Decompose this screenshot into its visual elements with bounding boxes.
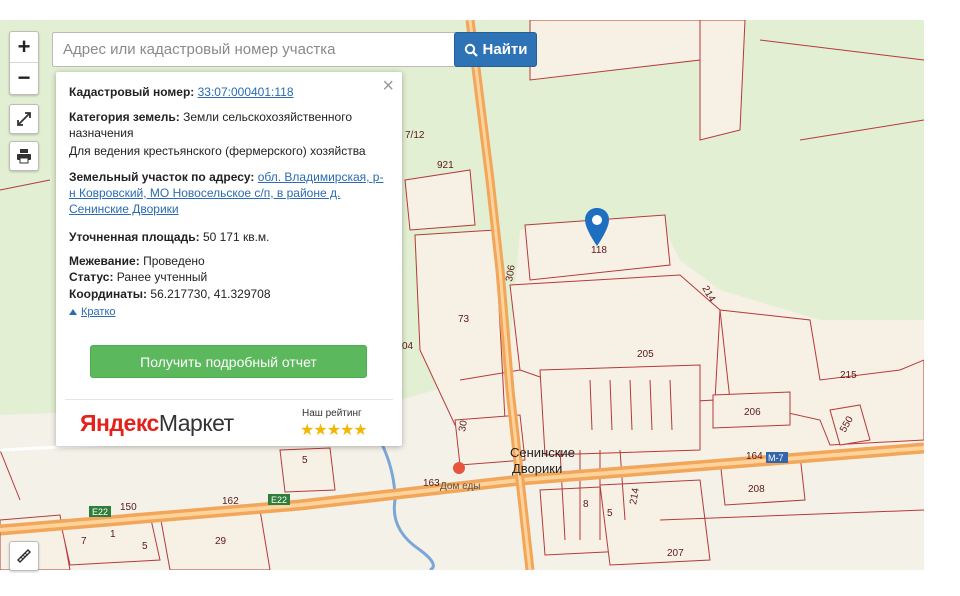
parcel-info-panel: × Кадастровый номер: 33:07:000401:118 Ка… [56, 72, 402, 446]
search-input[interactable] [52, 32, 459, 67]
collapse-link[interactable]: Кратко [69, 306, 116, 318]
brand-dark: Маркет [158, 410, 234, 436]
brand-red: Яндекс [80, 410, 159, 436]
svg-text:29: 29 [215, 536, 227, 547]
svg-text:163: 163 [423, 478, 440, 489]
svg-text:208: 208 [748, 484, 765, 495]
expand-icon [17, 112, 31, 126]
area-label: Уточненная площадь: [69, 230, 200, 244]
rating-stars: ★★★★★ [300, 422, 368, 439]
coords-label: Координаты: [69, 287, 148, 301]
search-button-label: Найти [482, 41, 528, 58]
usage-row: Для ведения крестьянского (фермерского) … [69, 143, 387, 159]
svg-text:E22: E22 [271, 495, 287, 505]
cadastral-row: Кадастровый номер: 33:07:000401:118 [69, 84, 387, 100]
usage-value: Для ведения крестьянского (фермерского) … [69, 144, 366, 158]
yandex-market-ad[interactable]: ЯндексМаркет Наш рейтинг ★★★★★ [65, 399, 393, 447]
ruler-button[interactable] [9, 541, 39, 571]
search-icon [464, 43, 478, 57]
svg-text:Сенинские: Сенинские [510, 445, 575, 460]
yandex-market-logo: ЯндексМаркет [80, 410, 234, 437]
coords-row: Координаты: 56.217730, 41.329708 [69, 286, 387, 302]
search-button[interactable]: Найти [454, 32, 537, 67]
svg-text:215: 215 [840, 370, 857, 381]
svg-text:206: 206 [744, 407, 761, 418]
svg-text:Дом еды: Дом еды [440, 481, 480, 492]
triangle-up-icon [69, 309, 77, 315]
svg-text:8: 8 [583, 499, 589, 510]
area-value: 50 171 кв.м. [202, 230, 270, 244]
svg-text:162: 162 [222, 496, 239, 507]
svg-text:04: 04 [402, 341, 414, 352]
svg-text:1: 1 [110, 529, 116, 540]
svg-text:73: 73 [458, 314, 470, 325]
print-button[interactable] [9, 141, 39, 171]
collapse-link-label: Кратко [81, 306, 116, 318]
area-row: Уточненная площадь: 50 171 кв.м. [69, 229, 387, 245]
ruler-icon [16, 548, 32, 564]
svg-text:5: 5 [302, 455, 308, 466]
survey-label: Межевание: [69, 254, 140, 268]
survey-value: Проведено [143, 254, 205, 268]
cadastral-number-link[interactable]: 33:07:000401:118 [198, 85, 294, 99]
svg-text:205: 205 [637, 349, 654, 360]
status-row: Статус: Ранее учтенный [69, 269, 387, 285]
cadastral-label: Кадастровый номер: [69, 85, 195, 99]
svg-text:921: 921 [437, 160, 454, 171]
svg-text:164: 164 [746, 451, 763, 462]
svg-text:7/12: 7/12 [405, 130, 425, 141]
zoom-in-button[interactable]: + [10, 32, 38, 63]
fullscreen-button[interactable] [9, 104, 39, 134]
svg-text:207: 207 [667, 548, 684, 559]
address-row: Земельный участок по адресу: обл. Владим… [69, 169, 387, 217]
rating-label: Наш рейтинг [302, 408, 362, 419]
survey-row: Межевание: Проведено [69, 253, 387, 269]
status-label: Статус: [69, 270, 114, 284]
svg-text:7: 7 [81, 536, 87, 547]
svg-text:Дворики: Дворики [512, 461, 562, 476]
svg-text:150: 150 [120, 502, 137, 513]
category-row: Категория земель: Земли сельскохозяйстве… [69, 109, 387, 141]
status-value: Ранее учтенный [116, 270, 208, 284]
svg-text:5: 5 [142, 541, 148, 552]
zoom-controls: + − [9, 31, 39, 95]
coords-value: 56.217730, 41.329708 [150, 287, 271, 301]
printer-icon [17, 149, 31, 164]
svg-text:E22: E22 [92, 507, 108, 517]
svg-text:M-7: M-7 [768, 453, 784, 463]
get-report-button[interactable]: Получить подробный отчет [90, 345, 367, 378]
zoom-out-button[interactable]: − [10, 63, 38, 93]
location-pin-icon[interactable] [584, 207, 610, 247]
category-label: Категория земель: [69, 110, 180, 124]
svg-text:5: 5 [607, 508, 613, 519]
address-label: Земельный участок по адресу: [69, 170, 255, 184]
